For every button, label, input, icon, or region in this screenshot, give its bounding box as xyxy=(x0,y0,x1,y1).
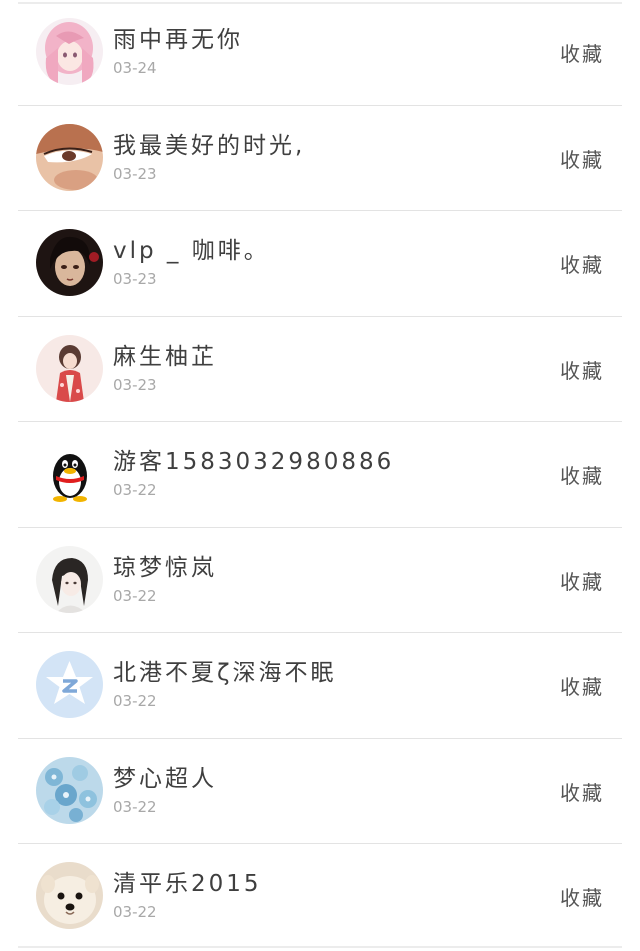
collect-button[interactable]: 收藏 xyxy=(560,777,604,806)
dark-hair-doll-avatar-icon xyxy=(36,229,103,296)
avatar[interactable] xyxy=(36,440,103,507)
user-name: 游客1583032980886 xyxy=(113,449,395,475)
qq-penguin-icon xyxy=(36,440,103,507)
item-date: 03-22 xyxy=(113,481,157,499)
user-name: 清平乐2015 xyxy=(113,871,262,897)
user-name: 北港不夏ζ深海不眠 xyxy=(113,660,337,686)
collect-button[interactable]: 收藏 xyxy=(560,144,604,173)
user-name: 琼梦惊岚 xyxy=(113,554,217,581)
user-list: 雨中再无你 03-24 收藏 我最美好的时光, 03-23 收藏 vlp _ 咖… xyxy=(0,0,640,950)
avatar[interactable] xyxy=(36,18,103,85)
list-item[interactable]: 清平乐2015 03-22 收藏 xyxy=(0,844,640,950)
bottom-divider xyxy=(18,946,622,948)
kimono-girl-avatar-icon xyxy=(36,334,103,402)
collect-button[interactable]: 收藏 xyxy=(560,460,604,489)
list-item[interactable]: 雨中再无你 03-24 收藏 xyxy=(0,0,640,106)
collect-button[interactable]: 收藏 xyxy=(560,882,604,911)
item-date: 03-23 xyxy=(113,375,157,394)
collect-button[interactable]: 收藏 xyxy=(560,38,604,67)
item-date: 03-24 xyxy=(113,59,157,77)
anime-girl-avatar-icon xyxy=(36,18,103,85)
avatar[interactable] xyxy=(36,123,103,191)
avatar[interactable] xyxy=(36,334,103,402)
avatar[interactable] xyxy=(36,229,103,296)
avatar[interactable] xyxy=(36,545,103,613)
avatar[interactable] xyxy=(36,862,103,929)
item-date: 03-22 xyxy=(113,797,157,816)
collect-button[interactable]: 收藏 xyxy=(560,566,604,595)
blue-flowers-avatar-icon xyxy=(36,756,103,824)
collect-button[interactable]: 收藏 xyxy=(560,355,604,384)
list-item[interactable]: 北港不夏ζ深海不眠 03-22 收藏 xyxy=(0,633,640,739)
pomeranian-dog-avatar-icon xyxy=(36,862,103,929)
user-name: vlp _ 咖啡。 xyxy=(113,238,270,264)
list-item[interactable]: 我最美好的时光, 03-23 收藏 xyxy=(0,106,640,211)
collect-button[interactable]: 收藏 xyxy=(560,249,604,278)
item-date: 03-23 xyxy=(113,164,157,183)
qzone-star-icon xyxy=(36,651,103,718)
item-date: 03-22 xyxy=(113,586,157,605)
list-item[interactable]: vlp _ 咖啡。 03-23 收藏 xyxy=(0,211,640,317)
collect-button[interactable]: 收藏 xyxy=(560,671,604,700)
user-name: 我最美好的时光, xyxy=(113,132,306,159)
list-item[interactable]: 麻生柚芷 03-23 收藏 xyxy=(0,317,640,422)
user-name: 梦心超人 xyxy=(113,765,217,792)
item-date: 03-23 xyxy=(113,270,157,288)
user-name: 雨中再无你 xyxy=(113,27,243,53)
list-item[interactable]: 游客1583032980886 03-22 收藏 xyxy=(0,422,640,528)
item-date: 03-22 xyxy=(113,903,157,921)
avatar[interactable] xyxy=(36,756,103,824)
list-item[interactable]: 琼梦惊岚 03-22 收藏 xyxy=(0,528,640,633)
eye-closeup-avatar-icon xyxy=(36,123,103,191)
user-name: 麻生柚芷 xyxy=(113,343,217,370)
list-item[interactable]: 梦心超人 03-22 收藏 xyxy=(0,739,640,844)
avatar[interactable] xyxy=(36,651,103,718)
item-date: 03-22 xyxy=(113,692,157,710)
girl-sketch-avatar-icon xyxy=(36,545,103,613)
